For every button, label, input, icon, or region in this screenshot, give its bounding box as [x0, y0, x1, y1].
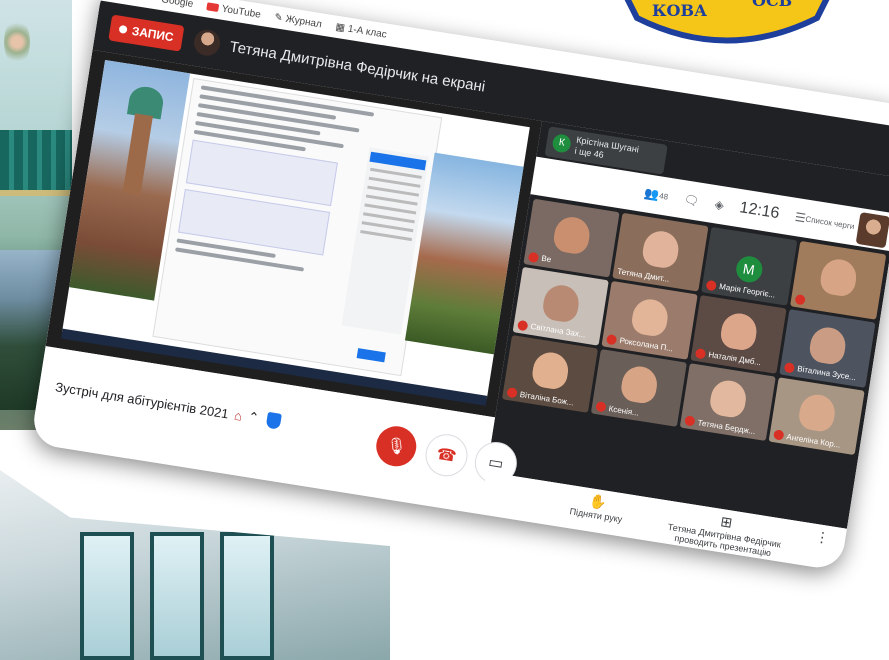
recording-label: ЗАПИС	[130, 23, 175, 45]
participant-tile[interactable]: Тетяна Дмит...	[612, 212, 709, 292]
window-decoration	[80, 532, 134, 660]
participant-name: Тетяна Бердж...	[684, 415, 756, 436]
participant-tile[interactable]: Ангеліна Кор...	[768, 376, 865, 456]
recording-badge: ЗАПИС	[108, 14, 185, 52]
mic-off-icon: 🎙	[384, 436, 408, 457]
participant-tile[interactable]: Світлана Зах...	[512, 266, 609, 346]
end-call-button[interactable]: ☎	[422, 431, 471, 480]
participant-name: Віталіна Бож...	[506, 387, 574, 407]
participant-tile[interactable]: Ксенія...	[590, 348, 688, 428]
participant-video	[807, 324, 848, 366]
participant-name: Ангеліна Кор...	[772, 429, 841, 449]
window-decoration	[220, 532, 274, 660]
chip-avatar: К	[551, 133, 572, 154]
participant-video	[551, 214, 592, 256]
participant-tiles: Ве Тетяна Дмит... М Марія Георгіє... Світлан…	[491, 198, 887, 523]
activities-button[interactable]: ◈	[714, 197, 725, 212]
participant-tile[interactable]: Тетяна Бердж...	[679, 362, 776, 442]
bookmark-youtube[interactable]: YouTube	[206, 1, 262, 20]
participant-video	[640, 228, 681, 270]
participant-tile[interactable]: М Марія Георгіє...	[701, 226, 798, 306]
meet-screenshot: Google YouTube ✎ Журнал ▦ 1-А клас ЗАПИС Т…	[30, 0, 889, 572]
mic-muted-icon	[595, 401, 607, 413]
participant-video	[718, 310, 760, 352]
participant-video	[630, 296, 671, 338]
more-options-icon[interactable]: ⋮	[814, 528, 830, 547]
mic-muted-icon	[783, 361, 796, 374]
mic-muted-icon	[772, 429, 785, 441]
chat-icon: 🗨	[682, 192, 701, 209]
bookmark-google[interactable]: Google	[160, 0, 194, 9]
mic-muted-icon	[517, 319, 529, 331]
mic-muted-icon	[694, 347, 707, 359]
participant-tile[interactable]: Віталіна Бож...	[501, 334, 599, 414]
participant-video	[619, 364, 660, 406]
mic-muted-icon	[605, 333, 618, 345]
participant-video	[541, 282, 582, 324]
clock: 12:16	[738, 199, 781, 223]
participant-name	[794, 293, 809, 306]
bookmark-journal[interactable]: ✎ Журнал	[274, 11, 323, 29]
youtube-icon	[206, 2, 220, 13]
participant-avatar: М	[733, 254, 764, 285]
participant-video	[818, 256, 859, 298]
participant-name: Ксенія...	[595, 401, 639, 418]
chip-text: Крістіна Шугані і ще 46	[573, 134, 640, 161]
class-icon: ▦	[334, 21, 346, 34]
presenter-avatar	[192, 27, 222, 58]
mic-muted-icon	[705, 279, 718, 292]
window-decoration	[150, 532, 204, 660]
people-button[interactable]: 👥 48	[643, 186, 669, 204]
participant-video	[797, 392, 838, 434]
participant-tile[interactable]: Ве	[523, 198, 620, 278]
participant-video	[708, 378, 749, 420]
mic-muted-icon	[506, 387, 518, 399]
house-icon: ⌂	[233, 407, 244, 424]
journal-icon: ✎	[273, 11, 284, 24]
background-room-photo	[0, 470, 390, 660]
raise-hand-button[interactable]: ✋ Підняти руку	[561, 488, 634, 526]
hangup-icon: ☎	[435, 445, 458, 466]
activities-icon: ◈	[713, 197, 725, 213]
participant-tile[interactable]: Наталія Дмб...	[690, 294, 787, 374]
participant-video	[530, 350, 571, 392]
bookmark-class[interactable]: ▦ 1-А клас	[335, 21, 388, 40]
mic-muted-icon	[684, 415, 696, 427]
participant-name: Ве	[527, 251, 552, 264]
participant-tile[interactable]	[790, 240, 887, 320]
shared-document	[152, 77, 443, 377]
svg-text:ОСВ: ОСВ	[752, 0, 792, 10]
school-logo: КОВА ОСВ	[624, 0, 830, 44]
participant-name: Тетяна Дмит...	[616, 266, 671, 284]
mic-muted-icon	[794, 293, 806, 306]
queue-list[interactable]: ☰ Список черги	[794, 210, 856, 233]
shield-icon[interactable]	[265, 411, 282, 430]
camera-icon: ▭	[486, 453, 505, 474]
participant-tile[interactable]: Віталина Зусе...	[779, 308, 876, 388]
mic-muted-icon	[527, 251, 540, 263]
tower-decoration	[122, 113, 153, 196]
chevron-up-icon[interactable]: ⌃	[247, 409, 260, 427]
chat-button[interactable]: 🗨	[683, 192, 700, 208]
meeting-name: Зустріч для абітурієнтів 2021 ⌂ ⌃	[54, 378, 261, 427]
participant-tile[interactable]: Роксолана П...	[601, 280, 698, 360]
flowers-decoration	[4, 18, 30, 66]
mic-toggle-button[interactable]: 🎙	[373, 423, 420, 470]
curtain-decoration	[0, 130, 72, 196]
self-view-thumbnail[interactable]	[855, 212, 889, 249]
document-button[interactable]	[356, 348, 386, 363]
record-icon	[118, 24, 128, 34]
svg-text:КОВА: КОВА	[652, 1, 707, 20]
participants-panel: К Крістіна Шугані і ще 46 👥 48 🗨 ◈ 12:16 ☰…	[486, 121, 889, 529]
